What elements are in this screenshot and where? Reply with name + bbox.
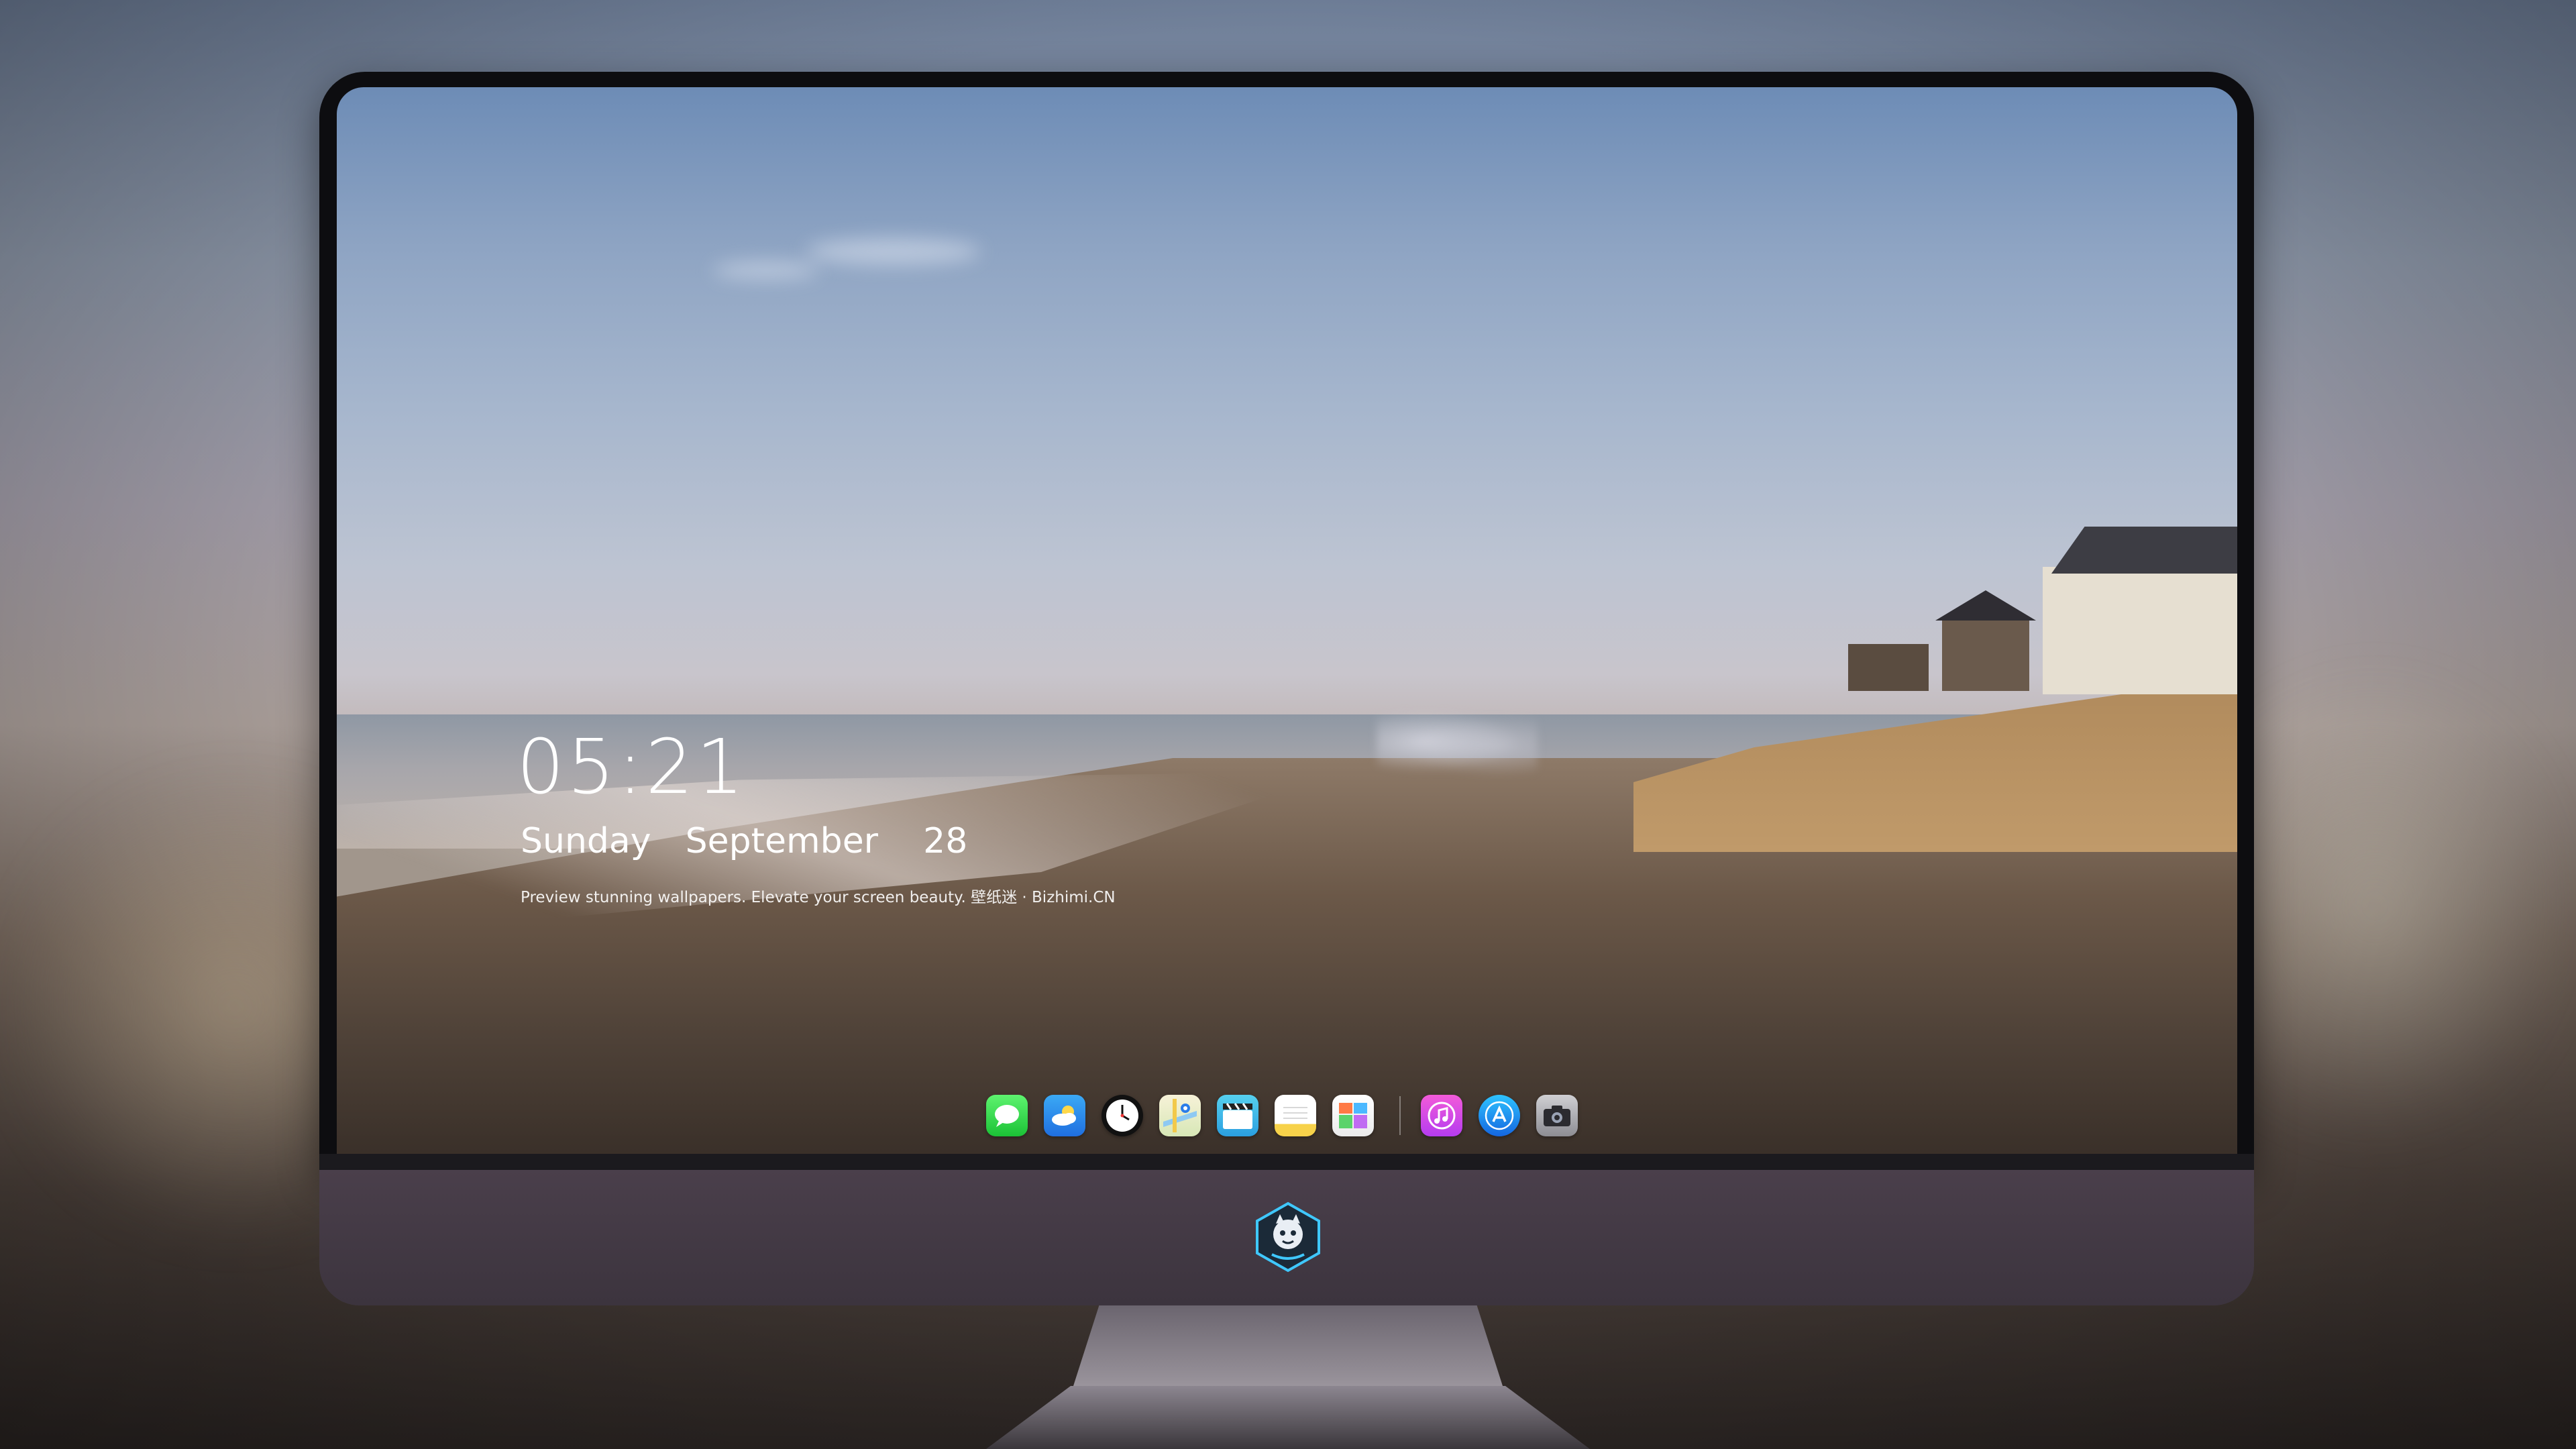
clock-time: 05:21 [517, 724, 747, 811]
app-store-icon[interactable] [1479, 1095, 1520, 1136]
clock-icon[interactable] [1102, 1095, 1143, 1136]
wallpaper-house [1848, 644, 1929, 691]
monitor-bezel-bottom [319, 1154, 2254, 1170]
wallpaper-people [1377, 704, 1538, 778]
date-label: Sunday September 28 [521, 824, 967, 859]
monitor-stand-base [986, 1386, 1590, 1449]
desktop-screen [337, 87, 2237, 1154]
day-label: 28 [923, 821, 968, 861]
message-bubble-icon[interactable] [986, 1095, 1028, 1136]
wallpaper-dune [1633, 678, 2237, 852]
music-note-icon[interactable] [1421, 1095, 1462, 1136]
dock [986, 1092, 1594, 1139]
dock-separator [1399, 1096, 1401, 1135]
cloud-sun-icon[interactable] [1044, 1095, 1085, 1136]
photo-collage-icon[interactable] [1332, 1095, 1374, 1136]
wallpaper-beach-house [2043, 567, 2237, 694]
monitor-stand-neck [1073, 1305, 1503, 1386]
wallpaper-cloud [806, 238, 981, 265]
month-label: September [685, 821, 879, 861]
clapperboard-icon[interactable] [1217, 1095, 1258, 1136]
wallpaper-cloud [712, 262, 820, 279]
wallpaper-house [1942, 617, 2029, 691]
wallpaper-tagline: Preview stunning wallpapers. Elevate you… [521, 889, 1116, 906]
map-icon[interactable] [1159, 1095, 1201, 1136]
mascot-logo-icon [1252, 1201, 1324, 1273]
notepad-icon[interactable] [1275, 1095, 1316, 1136]
camera-icon[interactable] [1536, 1095, 1578, 1136]
weekday-label: Sunday [521, 821, 651, 861]
